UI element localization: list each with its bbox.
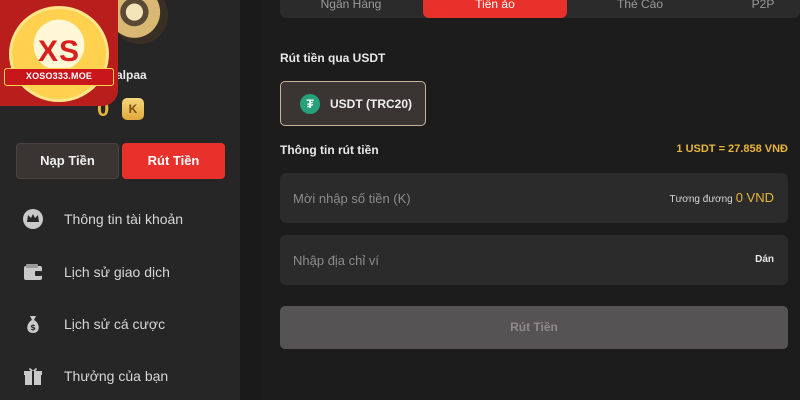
tab-bank[interactable]: Ngân Hàng [280, 0, 422, 18]
equivalent-amount: Tương đương 0 VND [670, 190, 775, 205]
usdt-method-button[interactable]: ₮ USDT (TRC20) [280, 81, 426, 126]
logo-badge: XS [9, 6, 109, 102]
tab-crypto[interactable]: Tiền ảo [423, 0, 567, 18]
deposit-button[interactable]: Nạp Tiền [16, 143, 119, 179]
sidebar-item-rewards[interactable]: Thưởng của bạn [20, 361, 230, 391]
svg-text:$: $ [30, 323, 36, 332]
sidebar-item-label: Thông tin tài khoản [64, 211, 184, 227]
gift-icon [20, 363, 46, 389]
paste-button[interactable]: Dán [755, 254, 774, 265]
sidebar-item-account-info[interactable]: Thông tin tài khoản [20, 204, 230, 234]
username: alpaa [116, 68, 147, 82]
wallet-address-field: Dán [280, 235, 788, 285]
withdraw-button[interactable]: Rút Tiền [122, 143, 225, 179]
money-bag-icon: $ [20, 311, 46, 337]
tab-card[interactable]: Thẻ Cào [568, 0, 712, 18]
sidebar: alpaa 0 K Nạp Tiền Rút Tiền Thông tin tà… [0, 0, 240, 400]
tether-icon: ₮ [300, 93, 320, 114]
main-panel: Ngân Hàng Tiền ảo Thẻ Cào P2P Rút tiền q… [262, 0, 800, 400]
submit-withdraw-button[interactable]: Rút Tiền [280, 306, 788, 349]
info-title: Thông tin rút tiền [280, 143, 379, 157]
equivalent-label: Tương đương [669, 194, 733, 205]
divider [240, 0, 262, 400]
withdraw-page: alpaa 0 K Nạp Tiền Rút Tiền Thông tin tà… [0, 0, 800, 400]
amount-field: Tương đương0 VND [280, 173, 788, 223]
tab-p2p[interactable]: P2P [713, 0, 800, 18]
crown-icon [20, 206, 46, 232]
payment-tabs: Ngân Hàng Tiền ảo Thẻ Cào P2P [280, 0, 800, 18]
brand-logo[interactable]: XS XOSO333.MOE [0, 0, 118, 106]
sidebar-item-bet-history[interactable]: $ Lịch sử cá cược [20, 309, 230, 339]
sidebar-item-transaction-history[interactable]: Lịch sử giao dịch [20, 257, 230, 287]
equivalent-value: 0 VND [735, 190, 774, 205]
avatar[interactable] [112, 0, 168, 44]
wallet-icon [20, 259, 46, 285]
wallet-address-input[interactable] [280, 235, 788, 285]
sidebar-item-label: Lịch sử cá cược [64, 316, 166, 332]
method-title: Rút tiền qua USDT [280, 51, 386, 65]
logo-mark: XS [37, 35, 81, 68]
logo-ribbon: XOSO333.MOE [4, 68, 114, 86]
coin-icon: K [122, 98, 144, 120]
logo-text: XOSO333.MOE [25, 71, 93, 81]
exchange-rate: 1 USDT = 27.858 VNĐ [676, 143, 788, 155]
sidebar-item-label: Thưởng của bạn [64, 368, 169, 384]
sidebar-item-label: Lịch sử giao dịch [64, 264, 170, 280]
usdt-method-label: USDT (TRC20) [330, 96, 413, 111]
